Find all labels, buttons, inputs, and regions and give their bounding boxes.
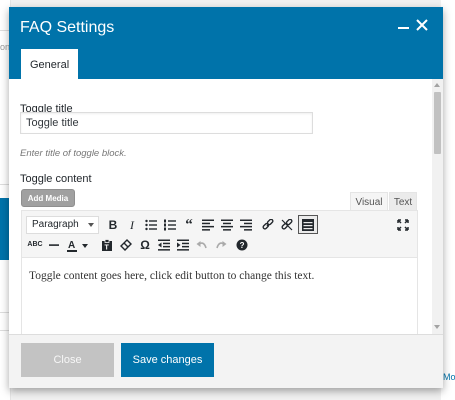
close-button[interactable] [414, 17, 430, 33]
add-media-button[interactable]: Add Media [21, 189, 75, 207]
scroll-down-icon[interactable] [434, 325, 440, 329]
undo-icon[interactable] [193, 236, 211, 254]
close-dialog-button[interactable]: Close [21, 343, 114, 377]
toggle-content-label: Toggle content [20, 173, 92, 185]
tab-general[interactable]: General [21, 49, 79, 81]
text-color-icon[interactable]: A [66, 236, 90, 254]
dialog-footer: Close Save changes [9, 334, 443, 388]
editor-toolbar: Paragraph B I “ ABC A T Ω ? [22, 211, 417, 258]
bullet-list-icon[interactable] [142, 216, 160, 234]
close-icon [416, 19, 428, 31]
scroll-thumb[interactable] [434, 92, 441, 154]
tab-visual[interactable]: Visual [350, 192, 388, 211]
paste-text-icon[interactable]: T [98, 236, 116, 254]
minimize-icon [397, 27, 409, 29]
dialog-scrollbar[interactable] [432, 79, 443, 334]
dialog-header: FAQ Settings General [9, 7, 443, 81]
redo-icon[interactable] [212, 236, 230, 254]
format-select-value: Paragraph [32, 219, 79, 230]
toolbar-toggle-icon[interactable] [298, 215, 318, 234]
align-left-icon[interactable] [199, 216, 217, 234]
rich-text-editor: Paragraph B I “ ABC A T Ω ? Toggle conte… [21, 210, 418, 334]
dialog-content: Toggle title Enter title of toggle block… [9, 79, 432, 334]
chevron-down-icon [88, 223, 94, 227]
italic-icon[interactable]: I [123, 216, 141, 234]
indent-icon[interactable] [174, 236, 192, 254]
align-right-icon[interactable] [237, 216, 255, 234]
svg-text:?: ? [240, 241, 245, 250]
editor-content-area[interactable]: Toggle content goes here, click edit but… [29, 270, 314, 282]
outdent-icon[interactable] [155, 236, 173, 254]
unlink-icon[interactable] [278, 216, 296, 234]
clear-formatting-icon[interactable] [117, 236, 135, 254]
help-icon[interactable]: ? [233, 236, 251, 254]
align-center-icon[interactable] [218, 216, 236, 234]
special-character-icon[interactable]: Ω [136, 236, 154, 254]
save-changes-button[interactable]: Save changes [121, 343, 214, 377]
link-icon[interactable] [259, 216, 277, 234]
faq-settings-dialog: FAQ Settings General Toggle title Enter … [9, 7, 443, 388]
toggle-title-hint: Enter title of toggle block. [20, 148, 127, 159]
background-right-link[interactable]: Mov [443, 372, 455, 382]
svg-text:A: A [68, 240, 75, 251]
toggle-title-input[interactable] [20, 112, 313, 134]
blockquote-icon[interactable]: “ [180, 216, 198, 234]
numbered-list-icon[interactable] [161, 216, 179, 234]
svg-text:T: T [105, 245, 110, 252]
strikethrough-icon[interactable]: ABC [26, 236, 44, 254]
tab-text[interactable]: Text [389, 192, 417, 211]
format-select[interactable]: Paragraph [26, 216, 99, 234]
minimize-button[interactable] [395, 15, 411, 35]
background-right-panel [441, 0, 455, 400]
horizontal-rule-icon[interactable] [45, 236, 63, 254]
fullscreen-icon[interactable] [394, 216, 412, 234]
scroll-up-icon[interactable] [434, 83, 440, 87]
dialog-title: FAQ Settings [20, 19, 115, 36]
bold-icon[interactable]: B [104, 216, 122, 234]
